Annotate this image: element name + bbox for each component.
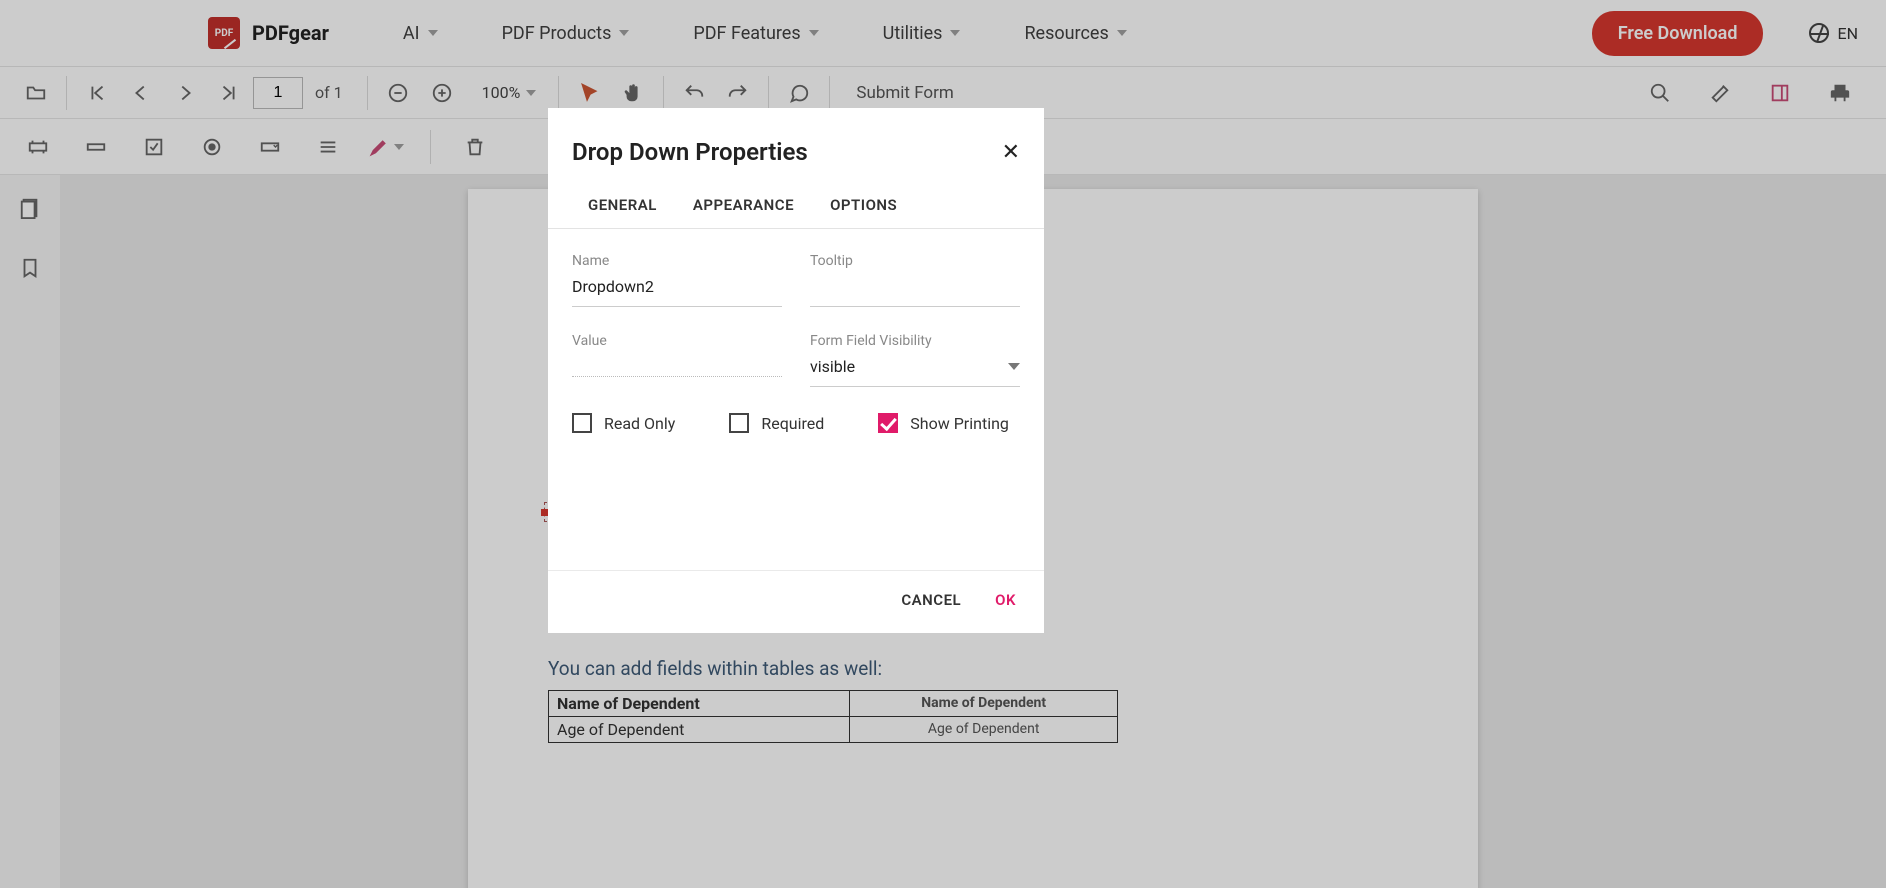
- tab-appearance[interactable]: APPEARANCE: [675, 186, 812, 228]
- show-printing-label: Show Printing: [910, 414, 1009, 433]
- show-printing-checkbox[interactable]: Show Printing: [878, 413, 1009, 433]
- dropdown-properties-modal: Drop Down Properties ✕ GENERAL APPEARANC…: [548, 108, 1044, 633]
- visibility-label: Form Field Visibility: [810, 333, 1020, 349]
- required-label: Required: [761, 414, 824, 433]
- name-value: Dropdown2: [572, 273, 782, 300]
- readonly-label: Read Only: [604, 414, 675, 433]
- name-label: Name: [572, 253, 782, 269]
- required-checkbox[interactable]: Required: [729, 413, 824, 433]
- checkbox-checked-icon: [878, 413, 898, 433]
- modal-title: Drop Down Properties: [572, 138, 1002, 166]
- tab-options[interactable]: OPTIONS: [812, 186, 915, 228]
- chevron-down-icon: [1008, 363, 1020, 370]
- checkbox-icon: [729, 413, 749, 433]
- readonly-checkbox[interactable]: Read Only: [572, 413, 675, 433]
- tooltip-label: Tooltip: [810, 253, 1020, 269]
- visibility-value: visible: [810, 353, 855, 380]
- name-field[interactable]: Name Dropdown2: [572, 253, 782, 307]
- checkbox-icon: [572, 413, 592, 433]
- tab-general[interactable]: GENERAL: [570, 186, 675, 228]
- value-label: Value: [572, 333, 782, 349]
- tooltip-field[interactable]: Tooltip: [810, 253, 1020, 307]
- value-field[interactable]: Value: [572, 333, 782, 387]
- cancel-button[interactable]: CANCEL: [901, 591, 961, 609]
- modal-tabs: GENERAL APPEARANCE OPTIONS: [548, 186, 1044, 229]
- ok-button[interactable]: OK: [995, 591, 1016, 609]
- visibility-field[interactable]: Form Field Visibility visible: [810, 333, 1020, 387]
- close-icon[interactable]: ✕: [1002, 140, 1020, 165]
